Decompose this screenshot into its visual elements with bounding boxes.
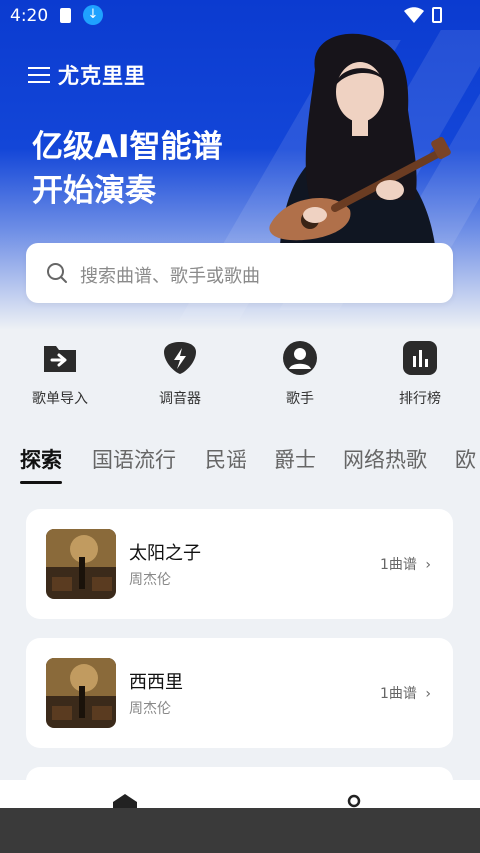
chevron-right-icon: › <box>425 557 431 573</box>
app-name: 尤克里里 <box>58 64 146 88</box>
import-icon <box>44 346 76 372</box>
score-count[interactable]: 1曲谱 › <box>380 683 431 703</box>
battery-icon <box>432 7 442 23</box>
tab-explore[interactable]: 探索 <box>20 444 62 484</box>
tab-internet-hits[interactable]: 网络热歌 <box>343 444 427 474</box>
brand-header: 尤克里里 <box>28 60 146 90</box>
song-artist: 周杰伦 <box>129 572 171 588</box>
search-icon <box>47 263 67 283</box>
system-navigation-bar <box>0 808 480 853</box>
chart-icon <box>403 341 437 375</box>
quick-action-label: 排行榜 <box>399 391 441 407</box>
search-bar[interactable]: 搜索曲谱、歌手或歌曲 <box>26 243 453 303</box>
score-count-label: 1曲谱 <box>380 686 417 702</box>
tab-folk[interactable]: 民谣 <box>205 444 247 474</box>
wifi-icon <box>404 7 424 23</box>
song-card[interactable]: 太阳之子 周杰伦 1曲谱 › <box>26 509 453 619</box>
quick-action-label: 歌手 <box>286 391 314 407</box>
bottom-tab-bar <box>0 780 480 808</box>
quick-action-label: 歌单导入 <box>32 391 88 407</box>
home-tab-icon[interactable] <box>112 794 138 808</box>
profile-tab-icon[interactable] <box>347 794 361 808</box>
status-time: 4:20 <box>10 6 49 26</box>
hero-line1: 亿级AI智能谱 <box>32 129 223 165</box>
search-placeholder: 搜索曲谱、歌手或歌曲 <box>80 266 260 287</box>
status-bar: 4:20 ↓ <box>0 0 480 32</box>
hero-slogan: 亿级AI智能谱 开始演奏 <box>32 125 223 213</box>
quick-action-playlist-import[interactable]: 歌单导入 <box>10 340 110 408</box>
quick-action-singer[interactable]: 歌手 <box>250 340 350 408</box>
quick-action-ranking[interactable]: 排行榜 <box>370 340 470 408</box>
song-title: 西西里 <box>129 672 183 693</box>
tab-western[interactable]: 欧 <box>455 444 476 474</box>
score-count-label: 1曲谱 <box>380 557 417 573</box>
chevron-right-icon: › <box>425 686 431 702</box>
score-count[interactable]: 1曲谱 › <box>380 554 431 574</box>
song-card[interactable]: 西西里 周杰伦 1曲谱 › <box>26 638 453 748</box>
tab-jazz[interactable]: 爵士 <box>274 444 316 474</box>
tab-mandarin-pop[interactable]: 国语流行 <box>92 444 176 474</box>
tuner-icon <box>164 342 196 374</box>
hero-line2: 开始演奏 <box>32 173 156 209</box>
sim-card-icon <box>60 8 71 23</box>
download-icon: ↓ <box>83 5 103 25</box>
song-title: 太阳之子 <box>129 543 201 564</box>
singer-icon <box>283 341 317 375</box>
song-artist: 周杰伦 <box>129 701 171 717</box>
quick-action-tuner[interactable]: 调音器 <box>130 340 230 408</box>
album-cover <box>46 529 116 599</box>
guitarist-illustration <box>269 33 451 245</box>
quick-action-label: 调音器 <box>159 391 201 407</box>
album-cover <box>46 658 116 728</box>
menu-icon[interactable] <box>28 62 50 88</box>
